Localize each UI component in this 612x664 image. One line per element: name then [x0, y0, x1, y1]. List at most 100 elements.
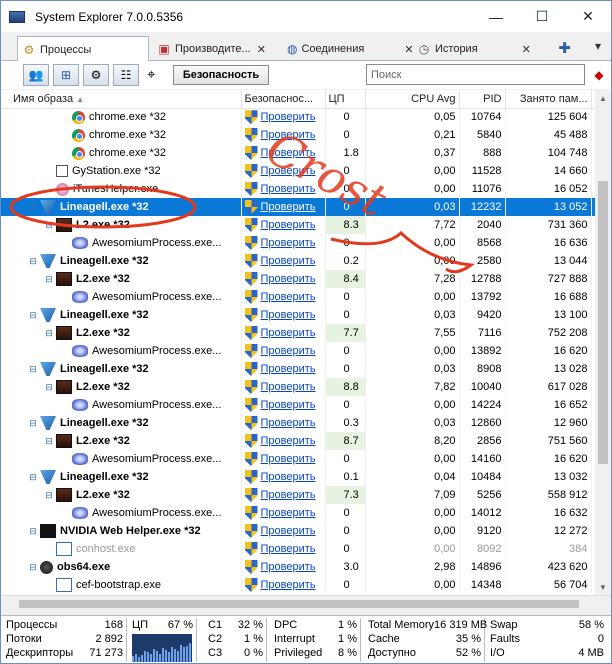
cell-image-name[interactable]: AwesomiumProcess.exe...	[1, 288, 242, 306]
verify-link[interactable]: Проверить	[261, 417, 316, 429]
column-header-memory[interactable]: Занято пам...	[505, 90, 592, 109]
verify-link[interactable]: Проверить	[261, 561, 316, 573]
column-header-security[interactable]: Безопаснос...	[241, 90, 326, 109]
cell-image-name[interactable]: ⊟ L2.exe *32	[1, 270, 242, 288]
cell-image-name[interactable]: ⊟ Lineagell.exe *32	[1, 414, 242, 432]
tree-toggle-icon[interactable]: ⊟	[44, 274, 54, 285]
cell-image-name[interactable]: ⊟ L2.exe *32	[1, 324, 242, 342]
windows-button[interactable]: ⊞	[53, 64, 79, 86]
table-row[interactable]: AwesomiumProcess.exe... Проверить 0 0,00 142…	[1, 396, 595, 414]
cell-image-name[interactable]: conhost.exe	[1, 540, 242, 558]
verify-link[interactable]: Проверить	[261, 201, 316, 213]
verify-link[interactable]: Проверить	[261, 381, 316, 393]
scroll-up-icon[interactable]: ▲	[595, 90, 611, 106]
tree-toggle-icon[interactable]: ⊟	[28, 526, 38, 537]
table-row[interactable]: ⊟ Lineagell.exe *32 Проверить 0.1 0,04 10484 1…	[1, 468, 595, 486]
table-row[interactable]: ⊟ L2.exe *32 Проверить 7.3 7,09 5256 558 912	[1, 486, 595, 504]
verify-link[interactable]: Проверить	[261, 255, 316, 267]
cell-image-name[interactable]: ⊟ Lineagell.exe *32	[1, 252, 242, 270]
verify-link[interactable]: Проверить	[261, 507, 316, 519]
verify-link[interactable]: Проверить	[261, 363, 316, 375]
verify-link[interactable]: Проверить	[261, 453, 316, 465]
verify-link[interactable]: Проверить	[261, 237, 316, 249]
column-header-pid[interactable]: PID	[459, 90, 506, 109]
cell-image-name[interactable]: ⊟ NVIDIA Web Helper.exe *32	[1, 522, 242, 540]
verify-link[interactable]: Проверить	[261, 543, 316, 555]
tree-toggle-icon[interactable]: ⊟	[28, 418, 38, 429]
tree-toggle-icon[interactable]: ⊟	[44, 436, 54, 447]
tree-view-button[interactable]: ☷	[113, 64, 139, 86]
tree-toggle-icon[interactable]: ⊟	[28, 256, 38, 267]
table-row[interactable]: conhost.exe Проверить 0 0,00 8092 384	[1, 540, 595, 558]
verify-link[interactable]: Проверить	[261, 309, 316, 321]
target-icon[interactable]: ⌖	[147, 66, 155, 83]
cell-image-name[interactable]: iTunesHelper.exe	[1, 180, 242, 198]
cell-image-name[interactable]: GyStation.exe *32	[1, 162, 242, 180]
cell-image-name[interactable]: AwesomiumProcess.exe...	[1, 396, 242, 414]
table-row[interactable]: ⊟ Lineagell.exe *32 Проверить 0 0,03 12232 13 …	[1, 198, 595, 216]
maximize-button[interactable]: ☐	[519, 1, 565, 32]
tree-toggle-icon[interactable]: ⊟	[44, 490, 54, 501]
cell-image-name[interactable]: cef-bootstrap.exe	[1, 576, 242, 594]
tab-performance[interactable]: ▣ Производите... ✕	[153, 37, 279, 61]
verify-link[interactable]: Проверить	[261, 579, 316, 591]
tree-toggle-icon[interactable]: ⊟	[28, 364, 38, 375]
cell-image-name[interactable]: AwesomiumProcess.exe...	[1, 504, 242, 522]
minimize-button[interactable]: —	[473, 1, 519, 32]
tab-processes[interactable]: ⚙ Процессы	[17, 36, 149, 62]
vertical-scrollbar[interactable]: ▲ ▼	[595, 90, 611, 595]
table-row[interactable]: cef-bootstrap.exe Проверить 0 0,00 14348 56 7…	[1, 576, 595, 594]
cell-image-name[interactable]: chrome.exe *32	[1, 126, 242, 144]
verify-link[interactable]: Проверить	[261, 291, 316, 303]
cell-image-name[interactable]: ⊟ obs64.exe	[1, 558, 242, 576]
cell-image-name[interactable]: ⊟ L2.exe *32	[1, 486, 242, 504]
tree-toggle-icon[interactable]: ⊟	[28, 310, 38, 321]
table-row[interactable]: ⊟ L2.exe *32 Проверить 8.8 7,82 10040 617 028	[1, 378, 595, 396]
cell-image-name[interactable]: ⊟ Lineagell.exe *32	[1, 198, 242, 216]
table-row[interactable]: AwesomiumProcess.exe... Проверить 0 0,00 140…	[1, 504, 595, 522]
services-button[interactable]: ⚙	[83, 64, 109, 86]
cell-image-name[interactable]: ⊟ Lineagell.exe *32	[1, 360, 242, 378]
table-row[interactable]: AwesomiumProcess.exe... Проверить 0 0,00 137…	[1, 288, 595, 306]
table-row[interactable]: ⊟ L2.exe *32 Проверить 8.4 7,28 12788 727 888	[1, 270, 595, 288]
cell-image-name[interactable]: ⊟ L2.exe *32	[1, 378, 242, 396]
scroll-down-icon[interactable]: ▼	[595, 579, 611, 595]
table-row[interactable]: ⊟ L2.exe *32 Проверить 8.7 8,20 2856 751 560	[1, 432, 595, 450]
scroll-thumb[interactable]	[19, 600, 579, 608]
title-bar[interactable]: System Explorer 7.0.0.5356 — ☐ ✕	[1, 1, 611, 32]
tab-connections[interactable]: ◍ Соединения ✕	[283, 37, 414, 61]
table-row[interactable]: ⊟ Lineagell.exe *32 Проверить 0.2 0,00 2580 13…	[1, 252, 595, 270]
verify-link[interactable]: Проверить	[261, 111, 316, 123]
cell-image-name[interactable]: chrome.exe *32	[1, 144, 242, 162]
add-tab-icon[interactable]: ✚	[558, 39, 571, 57]
cell-image-name[interactable]: ⊟ L2.exe *32	[1, 216, 242, 234]
verify-link[interactable]: Проверить	[261, 345, 316, 357]
verify-link[interactable]: Проверить	[261, 435, 316, 447]
security-button[interactable]: Безопасность	[173, 65, 269, 85]
tree-toggle-icon[interactable]: ⊟	[28, 472, 38, 483]
table-row[interactable]: ⊟ Lineagell.exe *32 Проверить 0 0,03 9420 13 1…	[1, 306, 595, 324]
cell-image-name[interactable]: ⊟ Lineagell.exe *32	[1, 306, 242, 324]
tab-close-icon[interactable]: ✕	[257, 43, 266, 56]
table-row[interactable]: AwesomiumProcess.exe... Проверить 0 0,00 141…	[1, 450, 595, 468]
table-row[interactable]: ⊟ L2.exe *32 Проверить 7.7 7,55 7116 752 208	[1, 324, 595, 342]
tab-menu-icon[interactable]: ▾	[595, 39, 601, 53]
table-row[interactable]: ⊟ obs64.exe Проверить 3.0 2,98 14896 423 620	[1, 558, 595, 576]
table-row[interactable]: ⊟ Lineagell.exe *32 Проверить 0 0,03 8908 13 0…	[1, 360, 595, 378]
verify-link[interactable]: Проверить	[261, 399, 316, 411]
table-row[interactable]: ⊟ Lineagell.exe *32 Проверить 0.3 0,03 12860 1…	[1, 414, 595, 432]
table-row[interactable]: AwesomiumProcess.exe... Проверить 0 0,00 856…	[1, 234, 595, 252]
cell-image-name[interactable]: ⊟ L2.exe *32	[1, 432, 242, 450]
column-header-cpu-avg[interactable]: CPU Avg	[365, 90, 460, 109]
cell-image-name[interactable]: ⊟ Lineagell.exe *32	[1, 468, 242, 486]
verify-link[interactable]: Проверить	[261, 471, 316, 483]
table-row[interactable]: AwesomiumProcess.exe... Проверить 0 0,00 138…	[1, 342, 595, 360]
verify-link[interactable]: Проверить	[261, 525, 316, 537]
tree-toggle-icon[interactable]: ⊟	[28, 562, 38, 573]
tree-toggle-icon[interactable]: ⊟	[44, 328, 54, 339]
tree-toggle-icon[interactable]: ⊟	[28, 202, 38, 213]
tree-toggle-icon[interactable]: ⊟	[44, 220, 54, 231]
cell-image-name[interactable]: chrome.exe *32	[1, 108, 242, 126]
verify-link[interactable]: Проверить	[261, 219, 316, 231]
table-row[interactable]: chrome.exe *32 Проверить 0 0,05 10764 125 604	[1, 108, 595, 126]
